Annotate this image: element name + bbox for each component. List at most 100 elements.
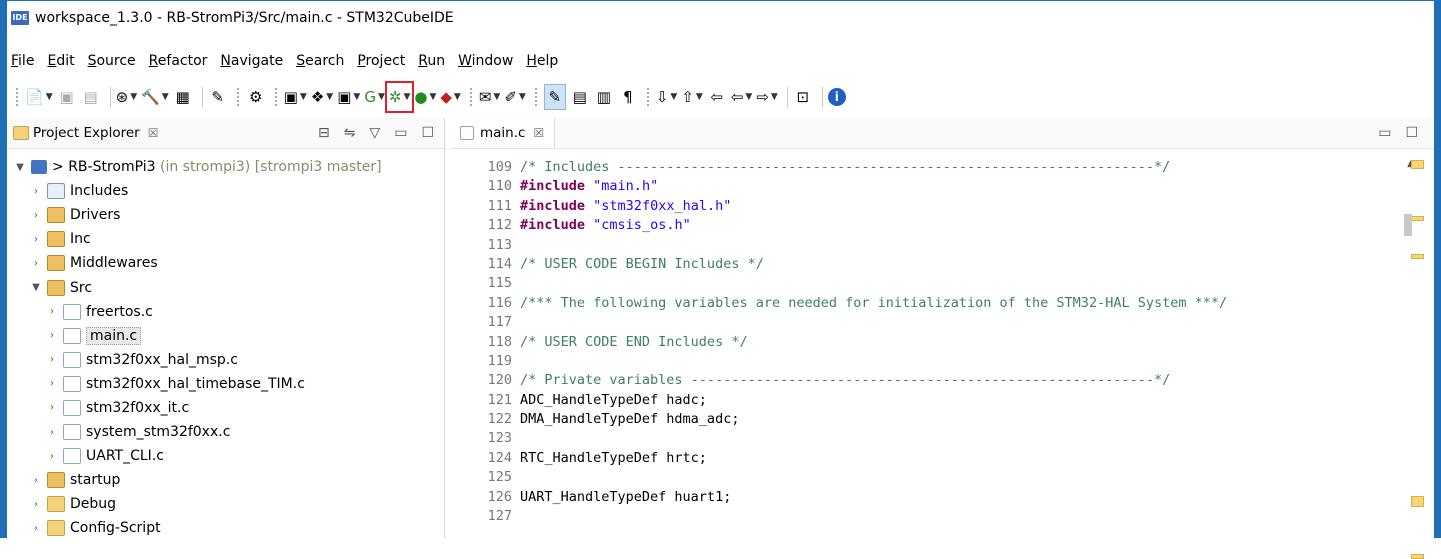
external-tools-icon[interactable]: ◆ ▼ <box>440 85 460 109</box>
code-line[interactable]: 120 /* Private variables ----------------… <box>452 371 1404 390</box>
code-line[interactable]: 123 <box>452 429 1404 448</box>
chevron-right-icon[interactable]: › <box>45 378 59 389</box>
chevron-right-icon[interactable]: › <box>45 427 59 438</box>
chevron-right-icon[interactable]: › <box>29 499 43 510</box>
chevron-right-icon[interactable]: › <box>45 402 59 413</box>
code-line[interactable]: 115 <box>452 274 1404 293</box>
paragraph-icon[interactable]: ▥ <box>594 85 614 109</box>
toggle-mark-icon[interactable]: ✎ <box>543 84 566 110</box>
menu-search[interactable]: Search <box>296 53 344 69</box>
chevron-right-icon[interactable]: › <box>29 234 43 245</box>
view-menu-icon[interactable]: ▽ <box>369 125 380 141</box>
tree-item[interactable]: › stm32f0xx_hal_msp.c <box>7 348 444 372</box>
tree-item[interactable]: › Inc <box>7 227 444 251</box>
back-icon[interactable]: ⇦ ▼ <box>731 85 753 109</box>
build-config-icon[interactable]: ⊛ ▼ <box>116 85 138 109</box>
chevron-right-icon[interactable]: › <box>45 451 59 462</box>
tree-item[interactable]: › Middlewares <box>7 251 444 275</box>
tree-item[interactable]: ▼ Src <box>7 275 444 299</box>
scrollbar-thumb[interactable] <box>1404 214 1412 236</box>
debug-icon[interactable]: ✲ ▼ <box>384 81 415 113</box>
code-line[interactable]: 114 /* USER CODE BEGIN Includes */ <box>452 255 1404 274</box>
tree-item[interactable]: › stm32f0xx_it.c <box>7 396 444 420</box>
tree-project-row[interactable]: ▼ > RB-StromPi3 (in strompi3) [strompi3 … <box>7 155 444 179</box>
menu-help[interactable]: Help <box>526 53 558 69</box>
chevron-right-icon[interactable]: › <box>29 186 43 197</box>
info-icon[interactable]: i <box>827 88 846 106</box>
tree-item[interactable]: › UART_CLI.c <box>7 444 444 468</box>
code-line[interactable]: 110 #include "main.h" <box>452 177 1404 196</box>
code-area[interactable]: 109 /* Includes -------------------------… <box>452 158 1404 526</box>
maximize-icon[interactable]: ☐ <box>1405 125 1418 141</box>
chevron-right-icon[interactable]: › <box>45 330 59 341</box>
menu-refactor[interactable]: Refactor <box>149 53 208 69</box>
debug-icon-small-2[interactable]: ⚙ <box>246 85 266 109</box>
chevron-right-icon[interactable]: › <box>29 210 43 221</box>
save-all-icon[interactable]: ▤ <box>81 85 101 109</box>
last-edit-icon[interactable]: ⇦ <box>707 85 727 109</box>
overview-ruler[interactable]: ▲ <box>1404 148 1434 559</box>
tree-item[interactable]: › Includes <box>7 179 444 203</box>
close-icon[interactable]: ☒ <box>533 126 544 140</box>
menu-source[interactable]: Source <box>88 53 136 69</box>
chevron-down-icon[interactable]: ▼ <box>13 162 27 173</box>
new-icon[interactable]: 📄 ▼ <box>25 85 53 109</box>
new-c-project-icon[interactable]: ▣ ▼ <box>284 85 307 109</box>
tab-main-c[interactable]: main.c ☒ <box>452 118 556 148</box>
next-annotation-icon[interactable]: ⇩ ▼ <box>656 85 678 109</box>
tree-item[interactable]: › stm32f0xx_hal_timebase_TIM.c <box>7 372 444 396</box>
link-editor-icon[interactable]: ⇋ <box>344 125 356 141</box>
annotation-marker[interactable] <box>1411 496 1424 507</box>
chevron-right-icon[interactable]: › <box>29 475 43 486</box>
new-source-icon[interactable]: ❖ ▼ <box>311 85 333 109</box>
build-icon[interactable]: 🔨 ▼ <box>141 85 169 109</box>
code-line[interactable]: 116 /*** The following variables are need… <box>452 294 1404 313</box>
annotation-marker[interactable] <box>1411 254 1424 259</box>
prev-annotation-icon[interactable]: ⇧ ▼ <box>681 85 703 109</box>
minimize-icon[interactable]: ▭ <box>394 125 407 141</box>
code-line[interactable]: 112 #include "cmsis_os.h" <box>452 216 1404 235</box>
code-line[interactable]: 127 <box>452 507 1404 526</box>
code-line[interactable]: 118 /* USER CODE END Includes */ <box>452 333 1404 352</box>
annotation-marker[interactable] <box>1411 160 1424 169</box>
code-line[interactable]: 126 UART_HandleTypeDef huart1; <box>452 488 1404 507</box>
tree-item[interactable]: › freertos.c <box>7 300 444 324</box>
highlight-icon[interactable]: ✐ ▼ <box>504 85 526 109</box>
code-line[interactable]: 117 <box>452 313 1404 332</box>
annotation-marker[interactable] <box>1411 554 1424 559</box>
menu-window[interactable]: Window <box>458 53 513 69</box>
forward-icon[interactable]: ⇨ ▼ <box>756 85 778 109</box>
code-line[interactable]: 119 <box>452 352 1404 371</box>
chevron-right-icon[interactable]: › <box>45 354 59 365</box>
annotation-marker[interactable] <box>1411 216 1424 221</box>
binary-icon[interactable]: ▦ <box>173 85 193 109</box>
menu-run[interactable]: Run <box>418 53 445 69</box>
tree-item[interactable]: › Debug <box>7 492 444 516</box>
tree-item[interactable]: › startup <box>7 468 444 492</box>
paragraph-mark-icon[interactable]: ¶ <box>618 85 638 109</box>
run-icon[interactable]: ● ▼ <box>414 85 436 109</box>
code-line[interactable]: 122 DMA_HandleTypeDef hdma_adc; <box>452 410 1404 429</box>
menu-navigate[interactable]: Navigate <box>220 53 283 69</box>
menu-file[interactable]: File <box>11 53 34 69</box>
chevron-down-icon[interactable]: ▼ <box>29 282 43 293</box>
code-line[interactable]: 109 /* Includes -------------------------… <box>452 158 1404 177</box>
chevron-right-icon[interactable]: › <box>45 306 59 317</box>
menu-edit[interactable]: Edit <box>47 53 74 69</box>
tree-item[interactable]: › Drivers <box>7 203 444 227</box>
code-line[interactable]: 113 <box>452 236 1404 255</box>
code-line[interactable]: 125 <box>452 468 1404 487</box>
chevron-right-icon[interactable]: › <box>29 258 43 269</box>
menu-project[interactable]: Project <box>357 53 405 69</box>
code-line[interactable]: 121 ADC_HandleTypeDef hadc; <box>452 391 1404 410</box>
project-explorer-title[interactable]: Project Explorer <box>33 125 140 141</box>
debug-icon-small[interactable]: ✎ <box>208 85 228 109</box>
new-class-icon[interactable]: ▣ ▼ <box>337 85 360 109</box>
close-icon[interactable]: ☒ <box>148 126 159 140</box>
chevron-right-icon[interactable]: › <box>29 523 43 534</box>
run-last-icon[interactable]: G ▼ <box>364 85 385 109</box>
minimize-icon[interactable]: ▭ <box>1378 125 1391 141</box>
maximize-icon[interactable]: ☐ <box>421 125 434 141</box>
collapse-all-icon[interactable]: ⊟ <box>318 125 330 141</box>
open-task-icon[interactable]: ✉ ▼ <box>479 85 501 109</box>
